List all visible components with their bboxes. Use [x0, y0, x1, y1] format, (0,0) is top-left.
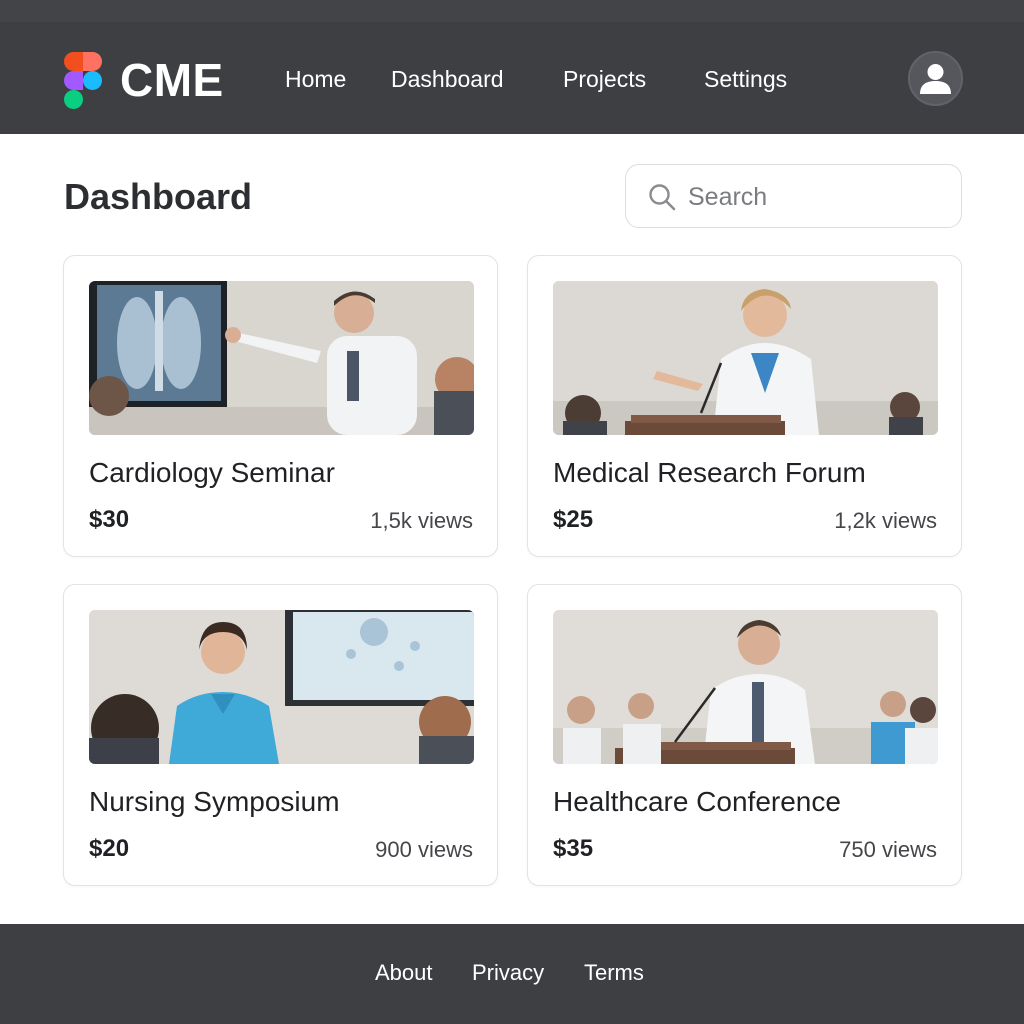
- search-box[interactable]: [625, 164, 962, 228]
- event-card-nursing-symposium[interactable]: Nursing Symposium $20 900 views: [63, 584, 498, 886]
- event-title: Medical Research Forum: [553, 457, 866, 488]
- event-views: 900 views: [375, 837, 473, 862]
- event-thumbnail: [89, 610, 474, 764]
- event-price: $20: [89, 835, 130, 862]
- event-thumbnail: [553, 281, 938, 435]
- search-input[interactable]: [688, 177, 948, 217]
- nav-projects[interactable]: Projects: [563, 64, 646, 94]
- search-icon: [649, 184, 676, 211]
- figma-logo-icon[interactable]: [64, 52, 104, 110]
- navbar: CME Home Dashboard Projects Settings: [0, 22, 1024, 134]
- nav-settings[interactable]: Settings: [704, 64, 787, 94]
- brand-name[interactable]: CME: [120, 52, 224, 108]
- event-thumbnail: [89, 281, 474, 435]
- event-title: Cardiology Seminar: [89, 457, 335, 488]
- event-thumbnail: [553, 610, 938, 764]
- page-title: Dashboard: [64, 176, 253, 217]
- event-card-medical-research-forum[interactable]: Medical Research Forum $25 1,2k views: [527, 255, 962, 557]
- user-icon: [920, 64, 951, 94]
- footer-link-terms[interactable]: Terms: [584, 958, 644, 988]
- event-views: 1,2k views: [834, 508, 937, 533]
- event-card-healthcare-conference[interactable]: Healthcare Conference $35 750 views: [527, 584, 962, 886]
- top-strip: [0, 0, 1024, 22]
- event-card-cardiology-seminar[interactable]: Cardiology Seminar $30 1,5k views: [63, 255, 498, 557]
- event-title: Healthcare Conference: [553, 786, 841, 817]
- event-views: 750 views: [839, 837, 937, 862]
- footer-link-about[interactable]: About: [375, 958, 433, 988]
- event-views: 1,5k views: [370, 508, 473, 533]
- event-title: Nursing Symposium: [89, 786, 340, 817]
- nav-home[interactable]: Home: [285, 64, 346, 94]
- event-price: $25: [553, 506, 594, 533]
- nav-dashboard[interactable]: Dashboard: [391, 64, 504, 94]
- footer: About Privacy Terms: [0, 924, 1024, 1024]
- event-price: $35: [553, 835, 594, 862]
- event-price: $30: [89, 506, 130, 533]
- footer-link-privacy[interactable]: Privacy: [472, 958, 544, 988]
- user-avatar-button[interactable]: [908, 51, 963, 106]
